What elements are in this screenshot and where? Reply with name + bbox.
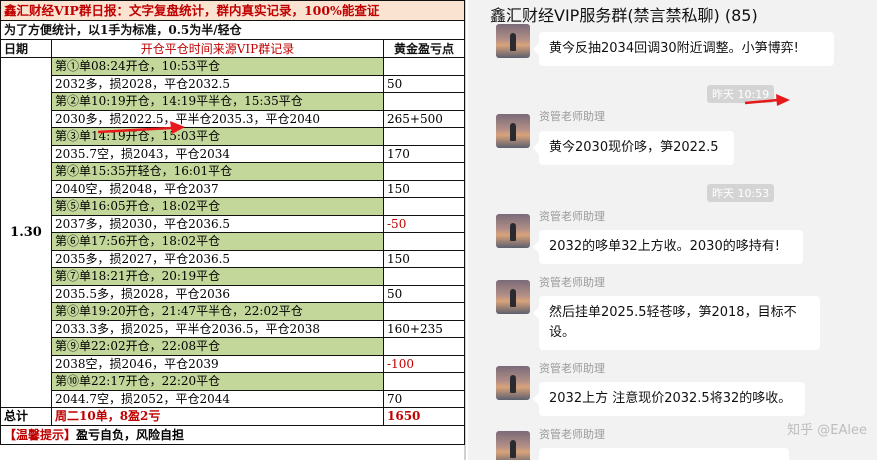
annotation-arrows — [97, 94, 790, 134]
arrow-chat — [744, 94, 790, 106]
arrow-sheet — [97, 121, 185, 134]
